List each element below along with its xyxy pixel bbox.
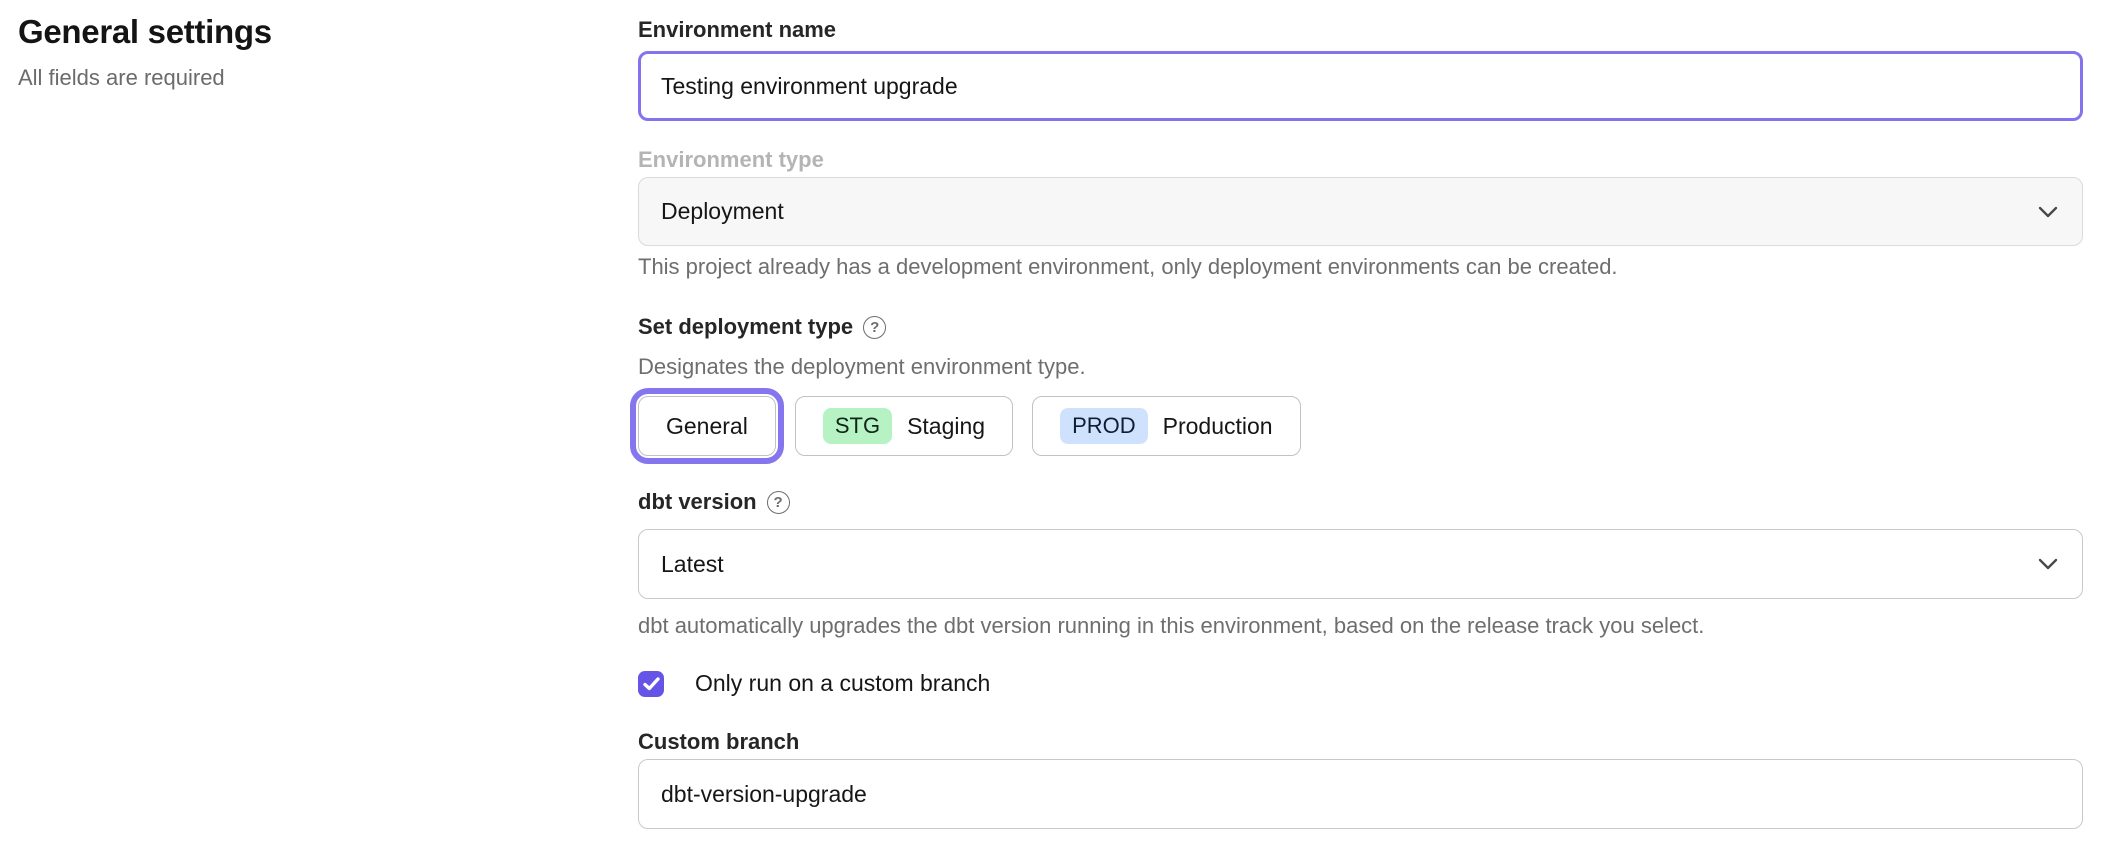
environment-type-label: Environment type	[638, 146, 2083, 174]
deployment-type-helper: Designates the deployment environment ty…	[638, 353, 2083, 381]
checkmark-icon	[643, 677, 660, 691]
custom-branch-checkbox-label[interactable]: Only run on a custom branch	[695, 670, 990, 697]
environment-name-label: Environment name	[638, 16, 2083, 44]
environment-settings-form: Environment name Environment type Deploy…	[638, 0, 2083, 864]
environment-type-value: Deployment	[661, 198, 784, 225]
dbt-version-label: dbt version ?	[638, 488, 2083, 516]
custom-branch-checkbox[interactable]	[638, 671, 664, 697]
production-badge: PROD	[1060, 408, 1148, 444]
page-title: General settings	[18, 12, 272, 52]
deployment-type-general-button[interactable]: General	[638, 396, 776, 456]
custom-branch-checkbox-row: Only run on a custom branch	[638, 670, 2083, 697]
help-icon[interactable]: ?	[863, 316, 886, 339]
chevron-down-icon	[2038, 558, 2058, 570]
dbt-version-value: Latest	[661, 551, 724, 578]
settings-header: General settings All fields are required	[18, 12, 272, 92]
dbt-version-helper: dbt automatically upgrades the dbt versi…	[638, 612, 2083, 640]
staging-badge: STG	[823, 408, 892, 444]
environment-type-select: Deployment	[638, 177, 2083, 246]
help-icon[interactable]: ?	[767, 491, 790, 514]
chevron-down-icon	[2038, 206, 2058, 218]
deployment-type-staging-button[interactable]: STG Staging	[795, 396, 1013, 456]
custom-branch-label: Custom branch	[638, 728, 2083, 756]
page-subtitle: All fields are required	[18, 64, 272, 92]
deployment-type-production-button[interactable]: PROD Production	[1032, 396, 1301, 456]
dbt-version-select[interactable]: Latest	[638, 529, 2083, 599]
deployment-type-label: Set deployment type ?	[638, 313, 2083, 341]
custom-branch-input[interactable]	[638, 759, 2083, 829]
environment-type-helper: This project already has a development e…	[638, 253, 2083, 281]
deployment-type-options: General STG Staging PROD Production	[638, 396, 2083, 456]
environment-name-input[interactable]	[638, 51, 2083, 121]
